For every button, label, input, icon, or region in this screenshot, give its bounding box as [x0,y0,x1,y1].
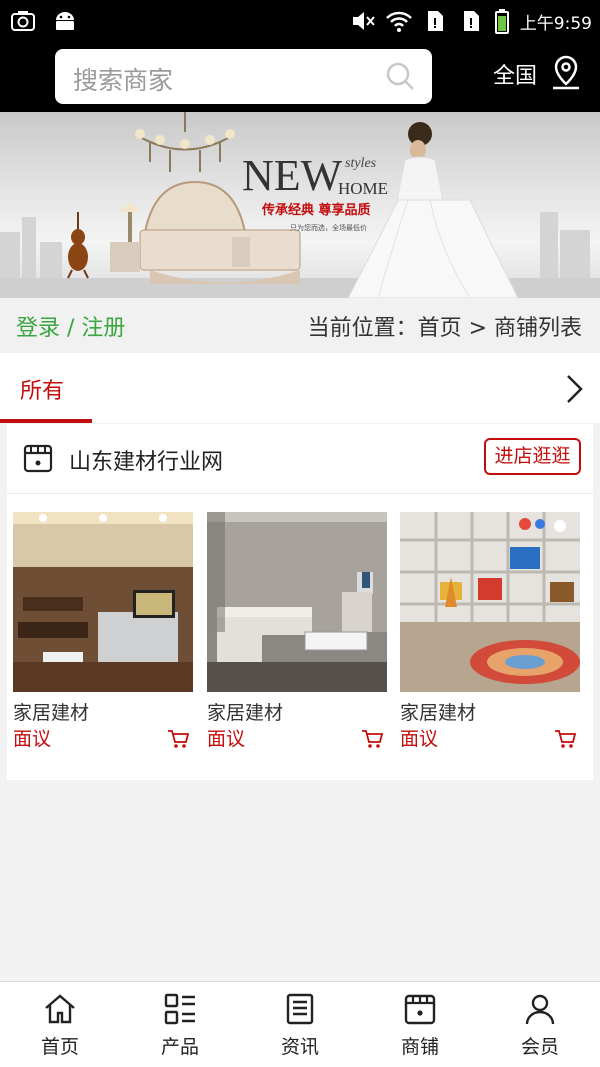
user-icon [525,994,555,1025]
tab-all[interactable]: 所有 [20,373,64,405]
nav-products[interactable]: 产品 [120,982,240,1067]
banner-headline: NEW [242,151,343,200]
sim-2-icon [463,11,479,31]
nav-products-label: 产品 [160,1036,199,1058]
banner-slogan: 传承经典 尊享品质 [261,202,371,218]
login-register-link[interactable]: 登录 / 注册 [16,310,125,342]
news-icon [286,993,314,1025]
banner-sub-1: styles [345,156,377,171]
android-icon [56,12,74,30]
battery-icon [494,9,509,34]
cart-icon[interactable] [167,728,189,750]
banner-sub-2: HOME [338,179,388,198]
cart-icon[interactable] [361,728,383,750]
sim-1-icon [427,11,443,31]
product-price: 面议 [13,728,52,750]
home-icon [45,994,75,1024]
nav-member[interactable]: 会员 [480,982,600,1067]
nav-home[interactable]: 首页 [0,982,120,1067]
product-name[interactable]: 家居建材 [207,698,387,724]
search-placeholder: 搜索商家 [73,66,174,95]
breadcrumb: 当前位置：首页 > 商铺列表 [307,316,582,341]
store-card-header: 山东建材行业网 进店逛逛 [7,424,593,494]
product-card[interactable]: 家居建材 面议 [400,512,580,751]
store-icon [23,444,53,473]
category-tabs: 所有 [0,353,600,423]
chevron-right-icon[interactable] [564,373,584,405]
violin-graphic [67,212,89,279]
nav-stores-label: 商铺 [400,1036,439,1058]
search-icon[interactable] [384,60,416,92]
product-image[interactable] [13,512,193,692]
product-image[interactable] [400,512,580,692]
grid-list-icon [164,993,195,1025]
store-icon [404,994,436,1025]
product-image[interactable] [207,512,387,692]
nav-stores[interactable]: 商铺 [360,982,480,1067]
promo-banner[interactable]: NEW styles HOME 传承经典 尊享品质 只为您而选，全场最低价 [0,112,600,298]
camera-icon [11,11,35,31]
product-name[interactable]: 家居建材 [13,698,193,724]
nav-home-label: 首页 [40,1036,79,1058]
product-price: 面议 [400,728,439,750]
status-bar: 上午9:59 [0,0,600,42]
nav-news[interactable]: 资讯 [240,982,360,1067]
enter-store-button[interactable]: 进店逛逛 [484,438,581,475]
region-selector[interactable]: 全国 [493,58,537,90]
banner-illustration: NEW styles HOME 传承经典 尊享品质 只为您而选，全场最低价 [0,112,600,298]
wifi-icon [385,11,412,32]
search-input[interactable]: 搜索商家 [55,49,432,104]
banner-tagline: 只为您而选，全场最低价 [290,223,367,232]
breadcrumb-bar: 登录 / 注册 当前位置：首页 > 商铺列表 [0,298,600,353]
mute-icon [352,12,375,30]
nav-member-label: 会员 [520,1036,559,1058]
product-card[interactable]: 家居建材 面议 [207,512,387,751]
cart-icon[interactable] [554,728,576,750]
status-time: 上午9:59 [519,13,592,34]
store-card: 山东建材行业网 进店逛逛 家居建材 面议 家居建材 面议 家居建材 面议 [7,424,593,780]
bottom-nav: 首页 产品 资讯 商铺 会员 [0,981,600,1067]
product-card[interactable]: 家居建材 面议 [13,512,193,751]
nav-news-label: 资讯 [280,1036,319,1058]
active-tab-indicator [0,419,92,423]
product-price: 面议 [207,728,246,750]
app-header: 搜索商家 全国 [0,42,600,112]
store-name[interactable]: 山东建材行业网 [69,444,223,476]
location-pin-icon[interactable] [550,54,582,90]
bride-graphic [347,122,519,298]
product-name[interactable]: 家居建材 [400,698,580,724]
